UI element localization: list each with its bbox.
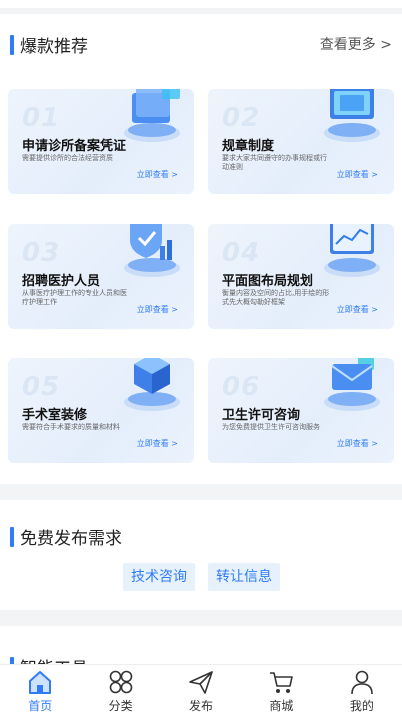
tab-label: 我的 bbox=[349, 699, 374, 713]
free-post-title: 免费发布需求 bbox=[20, 529, 122, 549]
card-number: 02 bbox=[222, 103, 261, 133]
card-description: 要求大家共同遵守的办事规程或行动准则 bbox=[222, 154, 327, 171]
card-view-link[interactable]: 立即查看 > bbox=[137, 438, 178, 449]
card-title: 申请诊所备案凭证 bbox=[22, 139, 127, 154]
tech-consult-button[interactable]: 技术咨询 bbox=[123, 563, 195, 591]
card-view-link[interactable]: 立即查看 > bbox=[337, 169, 378, 180]
card-number: 06 bbox=[222, 372, 261, 402]
top-strip bbox=[0, 0, 402, 8]
card-description: 为您免费提供卫生许可咨询服务 bbox=[222, 423, 320, 431]
card-view-link[interactable]: 立即查看 > bbox=[137, 169, 178, 180]
card-description: 衡量内容及空间的占比,用手绘的形式先大概勾勒好框架 bbox=[222, 289, 330, 306]
card-description: 需要提供诊所的合法经营资质 bbox=[22, 154, 113, 162]
tab-publish[interactable]: 发布 bbox=[161, 665, 241, 716]
card-title: 卫生许可咨询 bbox=[222, 408, 301, 423]
card-floor-plan[interactable]: 04 平面图布局规划 衡量内容及空间的占比,用手绘的形式先大概勾勒好框架 立即查… bbox=[208, 224, 394, 329]
monitor-illustration-icon bbox=[324, 89, 380, 142]
send-icon bbox=[189, 671, 213, 694]
card-clinic-filing[interactable]: 01 申请诊所备案凭证 需要提供诊所的合法经营资质 立即查看 > bbox=[8, 89, 194, 194]
view-more-link[interactable]: 查看更多 > bbox=[320, 34, 392, 54]
card-operating-room[interactable]: 05 手术室装修 需要符合手术要求的质量和材料 立即查看 > bbox=[8, 358, 194, 463]
tab-home[interactable]: 首页 bbox=[0, 665, 80, 716]
hot-section: 爆款推荐 查看更多 > 01 申请诊所备案凭证 需要提供诊所的合法经营资质 立即… bbox=[0, 14, 402, 484]
tab-mall[interactable]: 商城 bbox=[241, 665, 321, 716]
hot-section-header: 爆款推荐 bbox=[10, 32, 88, 57]
chart-screen-illustration-icon bbox=[324, 224, 380, 277]
envelope-illustration-icon bbox=[324, 358, 380, 411]
tab-mine[interactable]: 我的 bbox=[322, 665, 402, 716]
tab-label: 商城 bbox=[269, 699, 294, 713]
card-description: 需要符合手术要求的质量和材料 bbox=[22, 423, 120, 431]
section-accent-bar bbox=[10, 34, 14, 55]
card-number: 03 bbox=[22, 238, 61, 268]
category-icon bbox=[109, 670, 132, 694]
bottom-tab-bar: 首页 分类 发布 商城 我的 bbox=[0, 664, 402, 716]
hot-section-title: 爆款推荐 bbox=[20, 37, 88, 57]
folder-illustration-icon bbox=[124, 89, 180, 142]
user-icon bbox=[351, 670, 373, 695]
cube-illustration-icon bbox=[124, 358, 180, 411]
cart-icon bbox=[270, 672, 294, 693]
transfer-info-button[interactable]: 转让信息 bbox=[208, 563, 280, 591]
card-title: 规章制度 bbox=[222, 139, 275, 154]
home-icon bbox=[29, 671, 52, 694]
card-view-link[interactable]: 立即查看 > bbox=[337, 438, 378, 449]
card-number: 01 bbox=[22, 103, 61, 133]
free-post-section: 免费发布需求 技术咨询 转让信息 bbox=[0, 500, 402, 610]
card-title: 手术室装修 bbox=[22, 408, 88, 423]
tab-label: 首页 bbox=[28, 699, 53, 713]
tab-category[interactable]: 分类 bbox=[80, 665, 160, 716]
tab-label: 分类 bbox=[108, 699, 133, 713]
card-health-permit[interactable]: 06 卫生许可咨询 为您免费提供卫生许可咨询服务 立即查看 > bbox=[208, 358, 394, 463]
card-number: 05 bbox=[22, 372, 61, 402]
free-post-header: 免费发布需求 bbox=[10, 524, 122, 549]
card-number: 04 bbox=[222, 238, 261, 268]
card-view-link[interactable]: 立即查看 > bbox=[137, 304, 178, 315]
tab-label: 发布 bbox=[189, 699, 214, 713]
app-page: 爆款推荐 查看更多 > 01 申请诊所备案凭证 需要提供诊所的合法经营资质 立即… bbox=[0, 0, 402, 716]
card-view-link[interactable]: 立即查看 > bbox=[337, 304, 378, 315]
card-title: 平面图布局规划 bbox=[222, 274, 314, 289]
section-accent-bar bbox=[10, 526, 14, 547]
card-description: 从事医疗护理工作的专业人员和医疗护理工作 bbox=[22, 289, 127, 306]
card-title: 招聘医护人员 bbox=[22, 274, 101, 289]
card-recruit-staff[interactable]: 03 招聘医护人员 从事医疗护理工作的专业人员和医疗护理工作 立即查看 > bbox=[8, 224, 194, 329]
shield-illustration-icon bbox=[124, 224, 180, 277]
card-regulations[interactable]: 02 规章制度 要求大家共同遵守的办事规程或行动准则 立即查看 > bbox=[208, 89, 394, 194]
